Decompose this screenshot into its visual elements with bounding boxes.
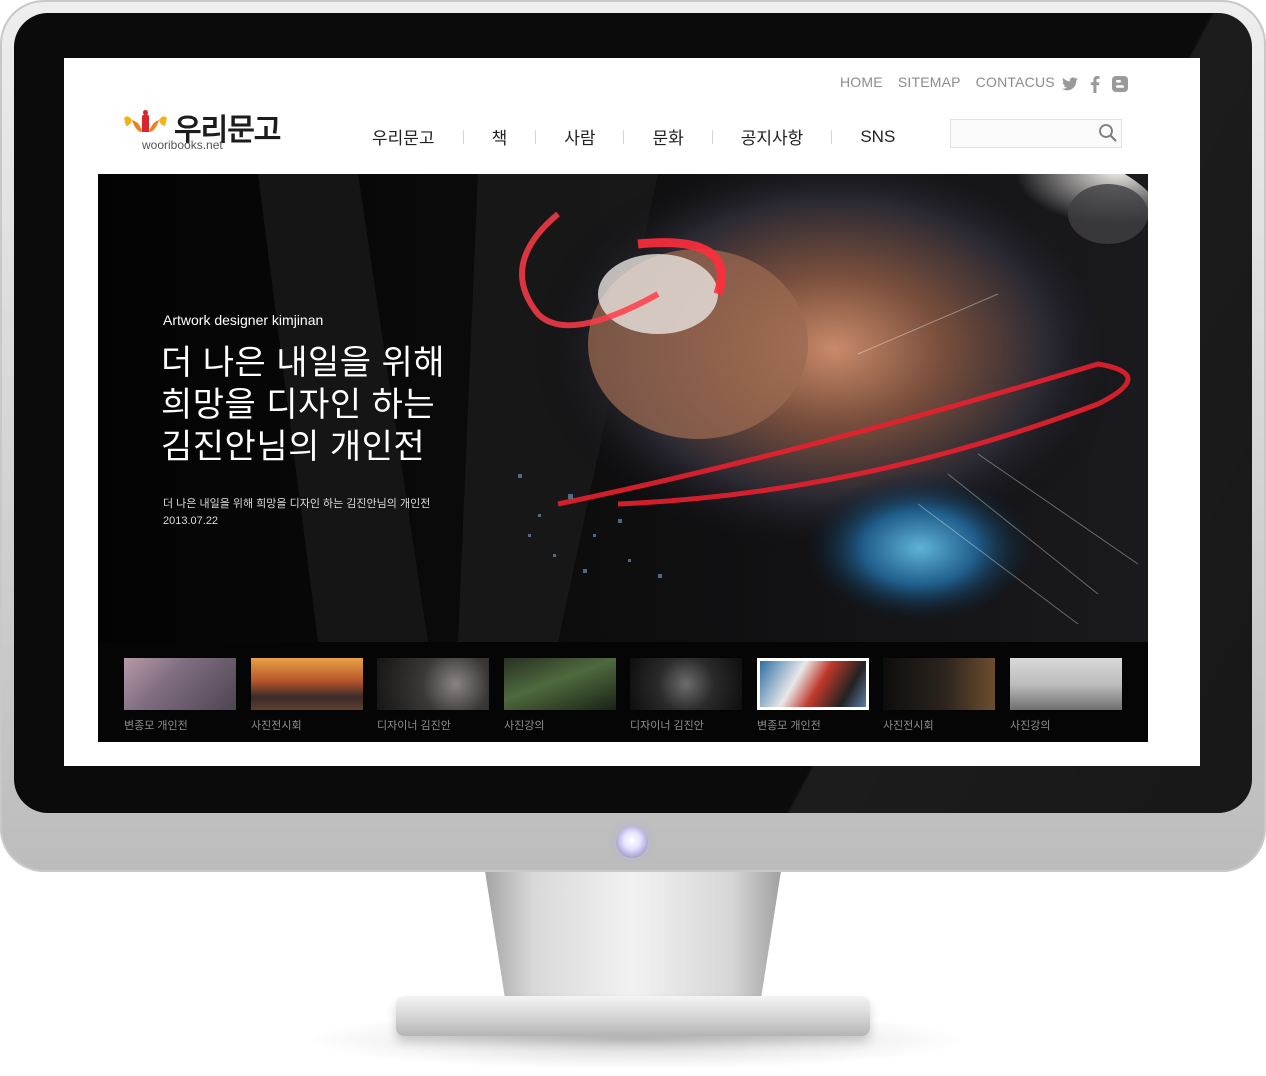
thumbnail-label: 사진전시회 bbox=[883, 720, 934, 732]
thumbnail-label: 디자이너 김진안 bbox=[630, 720, 704, 732]
thumbnail-image bbox=[883, 658, 995, 710]
logo-mark-icon bbox=[124, 110, 167, 132]
thumbnail-label: 변종모 개인전 bbox=[124, 720, 188, 732]
nav-item-people[interactable]: 사람 bbox=[536, 124, 623, 149]
util-link-sitemap[interactable]: SITEMAP bbox=[898, 74, 961, 90]
logo-domain: wooribooks.net bbox=[142, 138, 223, 152]
thumbnail-item[interactable]: 사진강의 bbox=[1010, 658, 1122, 733]
thumbnail-item-active[interactable]: 변종모 개인전 bbox=[757, 658, 869, 733]
search-icon[interactable] bbox=[1097, 122, 1119, 144]
thumbnail-label: 디자이너 김진안 bbox=[377, 720, 451, 732]
thumbnail-label: 사진전시회 bbox=[251, 720, 302, 732]
thumbnail-label: 변종모 개인전 bbox=[757, 720, 821, 732]
thumbnail-item[interactable]: 디자이너 김진안 bbox=[630, 658, 742, 733]
thumbnail-image bbox=[124, 658, 236, 710]
thumbnail-image bbox=[630, 658, 742, 710]
thumbnail-image bbox=[757, 658, 869, 710]
nav-item-books[interactable]: 책 bbox=[464, 124, 536, 149]
thumbnail-image bbox=[377, 658, 489, 710]
nav-item-sns[interactable]: SNS bbox=[832, 127, 923, 147]
thumbnail-image bbox=[504, 658, 616, 710]
facebook-icon[interactable] bbox=[1087, 75, 1103, 93]
site-logo[interactable]: 우리문고 wooribooks.net bbox=[122, 102, 292, 154]
thumbnail-item[interactable]: 사진전시회 bbox=[251, 658, 363, 733]
power-led bbox=[616, 826, 648, 858]
nav-item-woorimungo[interactable]: 우리문고 bbox=[356, 124, 463, 149]
main-nav: 우리문고 책 사람 문화 공지사항 SNS bbox=[356, 124, 923, 149]
thumbnail-item[interactable]: 사진강의 bbox=[504, 658, 616, 733]
nav-item-notice[interactable]: 공지사항 bbox=[713, 124, 832, 149]
thumbnail-label: 사진강의 bbox=[1010, 720, 1051, 732]
utility-nav: HOME SITEMAP CONTACUS bbox=[840, 74, 1055, 90]
website-screen: HOME SITEMAP CONTACUS 우리문고 wooribooks.ne… bbox=[64, 58, 1200, 766]
thumbnail-item[interactable]: 사진전시회 bbox=[883, 658, 995, 733]
thumbnail-strip: 변종모 개인전 사진전시회 디자이너 김진안 사진강의 디자이너 김진안 변종모… bbox=[124, 658, 1124, 738]
hero-banner: Artwork designer kimjinan 더 나은 내일을 위해 희망… bbox=[98, 174, 1148, 742]
hero-date: 2013.07.22 bbox=[163, 515, 219, 527]
hero-description: 더 나은 내일을 위해 희망을 디자인 하는 김진안님의 개인전 bbox=[163, 498, 431, 510]
blogger-icon[interactable] bbox=[1112, 76, 1128, 92]
thumbnail-image bbox=[251, 658, 363, 710]
hero-subtitle: Artwork designer kimjinan bbox=[163, 312, 324, 328]
thumbnail-image bbox=[1010, 658, 1122, 710]
thumbnail-item[interactable]: 변종모 개인전 bbox=[124, 658, 236, 733]
monitor-base bbox=[396, 996, 870, 1036]
hero-title: 더 나은 내일을 위해 희망을 디자인 하는 김진안님의 개인전 bbox=[161, 344, 446, 466]
thumbnail-label: 사진강의 bbox=[504, 720, 545, 732]
twitter-icon[interactable] bbox=[1062, 76, 1078, 92]
nav-item-culture[interactable]: 문화 bbox=[624, 124, 711, 149]
thumbnail-item[interactable]: 디자이너 김진안 bbox=[377, 658, 489, 733]
util-link-home[interactable]: HOME bbox=[840, 74, 883, 90]
search-input[interactable] bbox=[951, 120, 1101, 145]
social-links bbox=[1062, 75, 1128, 93]
util-link-contact[interactable]: CONTACUS bbox=[976, 74, 1055, 90]
search-box bbox=[950, 119, 1122, 148]
